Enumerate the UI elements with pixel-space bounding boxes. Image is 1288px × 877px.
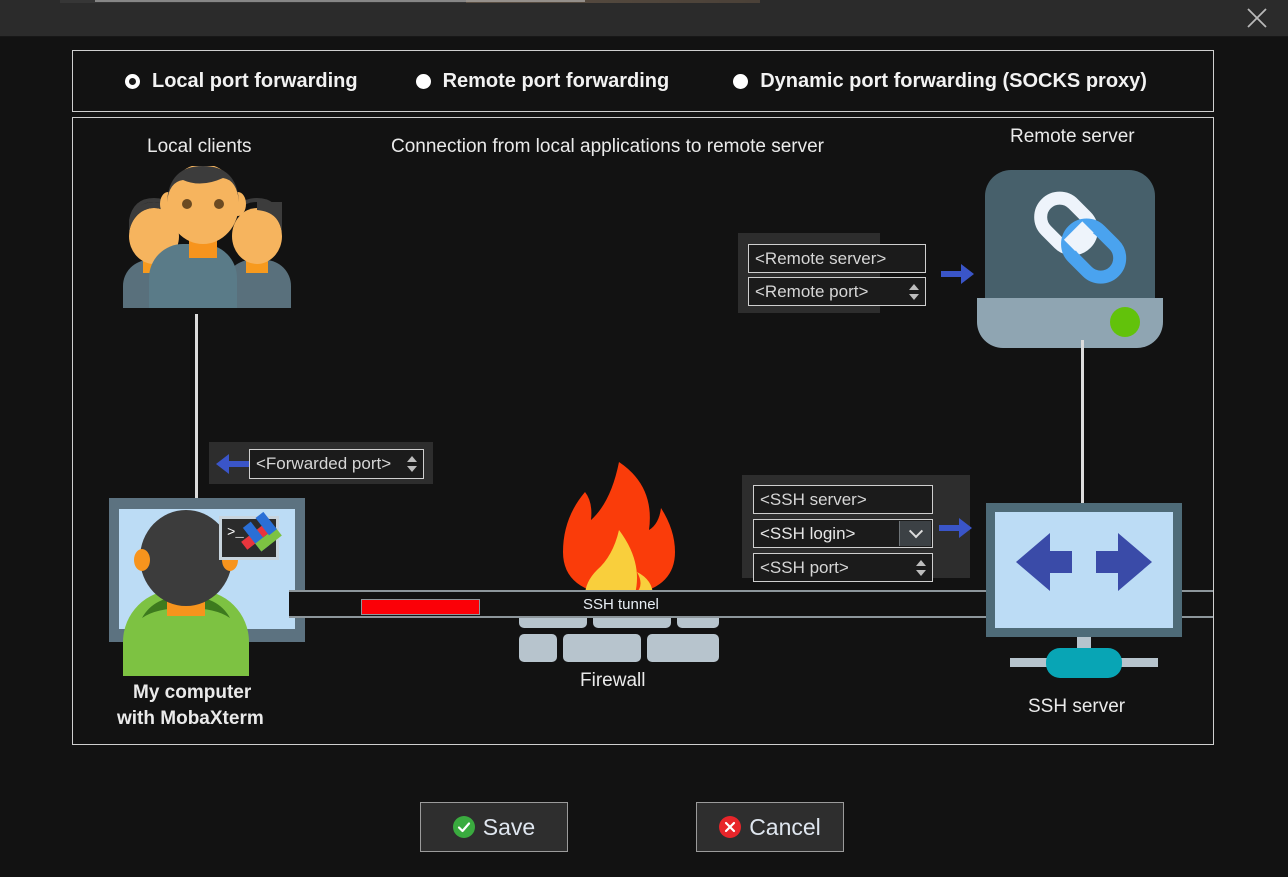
ssh-login-dropdown-button[interactable] [899, 521, 931, 546]
my-computer-label-line1: My computer [133, 682, 251, 704]
forwarded-port-group: <Forwarded port> [209, 442, 433, 484]
remote-endpoint-fields: <Remote server> <Remote port> [738, 233, 880, 313]
cancel-x-icon [719, 816, 741, 838]
firewall-icon [519, 458, 719, 673]
ssh-server-icon [986, 503, 1186, 688]
window-titlebar [0, 0, 1288, 37]
remote-port-stepper[interactable] [907, 284, 921, 300]
arrow-left-icon [215, 453, 249, 475]
close-button[interactable] [1232, 0, 1282, 36]
forwarded-port-stepper[interactable] [405, 456, 419, 472]
stepper-up-icon [916, 560, 926, 566]
my-computer-icon: >_ [109, 498, 305, 676]
remote-port-placeholder: <Remote port> [755, 282, 868, 302]
remote-port-input[interactable]: <Remote port> [748, 277, 926, 306]
radio-dynamic-label: Dynamic port forwarding (SOCKS proxy) [760, 70, 1147, 93]
my-computer-label-line2: with MobaXterm [117, 708, 264, 730]
close-icon [1244, 5, 1270, 31]
radio-unselected-icon [733, 74, 748, 89]
radio-local-label: Local port forwarding [152, 70, 358, 93]
ssh-tunnel-label: SSH tunnel [583, 596, 659, 613]
svg-text:>_: >_ [227, 525, 244, 541]
stepper-up-icon [909, 284, 919, 290]
radio-remote-label: Remote port forwarding [443, 70, 670, 93]
ssh-port-stepper[interactable] [914, 560, 928, 576]
forwarded-port-placeholder: <Forwarded port> [256, 454, 391, 474]
forwarding-mode-group: Local port forwarding Remote port forwar… [72, 50, 1214, 112]
forwarded-port-input[interactable]: <Forwarded port> [249, 449, 424, 479]
stepper-down-icon [407, 466, 417, 472]
radio-local-port-forwarding[interactable]: Local port forwarding [125, 70, 358, 93]
ssh-port-placeholder: <SSH port> [760, 558, 849, 578]
cancel-button[interactable]: Cancel [696, 802, 844, 852]
stepper-down-icon [909, 294, 919, 300]
stepper-down-icon [916, 570, 926, 576]
radio-dynamic-port-forwarding[interactable]: Dynamic port forwarding (SOCKS proxy) [733, 70, 1147, 93]
remote-server-label: Remote server [1010, 126, 1135, 148]
chevron-down-icon [908, 524, 922, 538]
cancel-button-label: Cancel [749, 814, 821, 841]
remote-server-input[interactable]: <Remote server> [748, 244, 926, 273]
ssh-server-label: SSH server [1028, 696, 1125, 718]
titlebar-clipped-line [95, 0, 585, 2]
port-forwarding-dialog: Local port forwarding Remote port forwar… [0, 0, 1288, 877]
connection-caption: Connection from local applications to re… [391, 136, 824, 158]
radio-selected-icon [125, 74, 140, 89]
remote-server-icon [973, 150, 1167, 348]
ssh-login-combobox[interactable]: <SSH login> [753, 519, 933, 548]
ssh-connection-fields: <SSH server> <SSH login> <SSH port> [742, 475, 970, 578]
ssh-login-value: <SSH login> [760, 524, 855, 544]
forwarded-traffic-indicator [361, 599, 480, 615]
ssh-server-input[interactable]: <SSH server> [753, 485, 933, 514]
save-button-label: Save [483, 814, 535, 841]
ssh-port-input[interactable]: <SSH port> [753, 553, 933, 582]
arrow-right-icon [939, 517, 973, 539]
save-check-icon [453, 816, 475, 838]
local-clients-icon [109, 166, 305, 308]
radio-unselected-icon [416, 74, 431, 89]
stepper-up-icon [407, 456, 417, 462]
save-button[interactable]: Save [420, 802, 568, 852]
firewall-label: Firewall [580, 670, 645, 692]
radio-remote-port-forwarding[interactable]: Remote port forwarding [416, 70, 670, 93]
forwarding-diagram: Local clients Connection from local appl… [72, 117, 1214, 745]
arrow-right-icon [941, 263, 975, 285]
local-clients-label: Local clients [147, 136, 252, 158]
clients-connector-line [195, 314, 198, 502]
